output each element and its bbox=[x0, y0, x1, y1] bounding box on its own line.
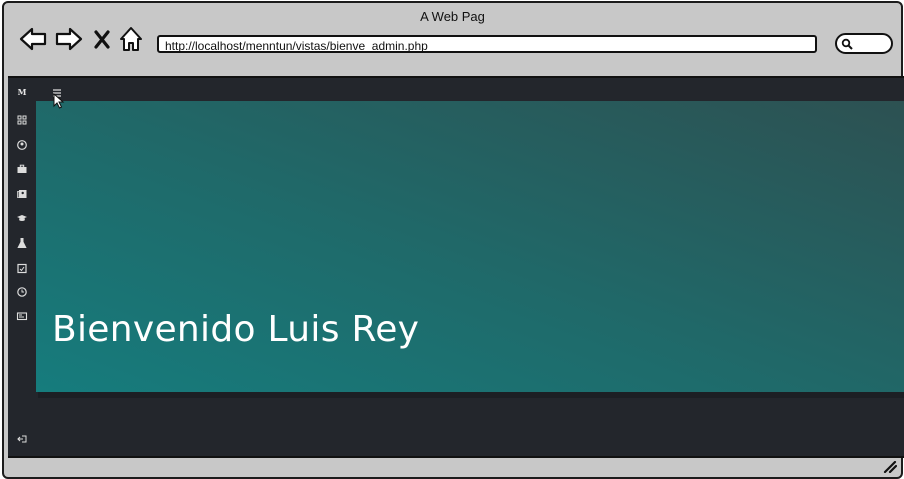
welcome-banner: Bienvenido Luis Rey bbox=[36, 101, 904, 392]
resize-grip-icon[interactable] bbox=[883, 461, 897, 473]
graduation-cap-icon bbox=[17, 215, 27, 221]
sidebar-item-contacts[interactable] bbox=[16, 188, 28, 200]
sidebar-item-jobs[interactable] bbox=[16, 163, 28, 175]
stop-button[interactable] bbox=[92, 25, 112, 53]
home-icon bbox=[120, 27, 142, 51]
flask-icon bbox=[17, 238, 27, 248]
close-icon bbox=[94, 30, 110, 49]
search-field[interactable] bbox=[835, 33, 893, 54]
logout-button[interactable] bbox=[16, 433, 28, 445]
window-title: A Web Pag bbox=[420, 9, 485, 24]
search-icon bbox=[841, 38, 853, 50]
forward-button[interactable] bbox=[54, 25, 84, 53]
mouse-cursor-icon bbox=[53, 93, 65, 109]
home-button[interactable] bbox=[118, 25, 144, 53]
welcome-heading: Bienvenido Luis Rey bbox=[52, 309, 420, 350]
sidebar-item-calendar[interactable] bbox=[16, 262, 28, 274]
address-book-icon bbox=[17, 190, 27, 198]
browser-window: A Web Pag http://localhost/menntun/vista… bbox=[2, 1, 904, 479]
sidebar: M bbox=[8, 78, 36, 456]
calendar-check-icon bbox=[17, 263, 27, 274]
banner-shadow bbox=[38, 392, 904, 398]
sidebar-item-courses[interactable] bbox=[16, 212, 28, 224]
sidebar-item-lab[interactable] bbox=[16, 237, 28, 249]
sidebar-item-history[interactable] bbox=[16, 286, 28, 298]
page-viewport: M Bienvenido Luis Rey bbox=[8, 76, 904, 458]
clock-icon bbox=[17, 287, 27, 297]
user-circle-icon bbox=[17, 140, 27, 150]
dashboard-icon bbox=[17, 115, 27, 125]
brand-logo: M bbox=[17, 87, 27, 97]
sidebar-item-dashboard[interactable] bbox=[16, 114, 28, 126]
address-bar[interactable]: http://localhost/menntun/vistas/bienve_a… bbox=[157, 35, 817, 53]
sign-out-icon bbox=[17, 435, 27, 443]
arrow-right-icon bbox=[55, 27, 83, 51]
briefcase-icon bbox=[17, 164, 27, 173]
back-button[interactable] bbox=[18, 25, 48, 53]
sidebar-item-profile[interactable] bbox=[16, 139, 28, 151]
sidebar-item-id[interactable] bbox=[16, 310, 28, 322]
arrow-left-icon bbox=[19, 27, 47, 51]
id-card-icon bbox=[16, 312, 28, 321]
